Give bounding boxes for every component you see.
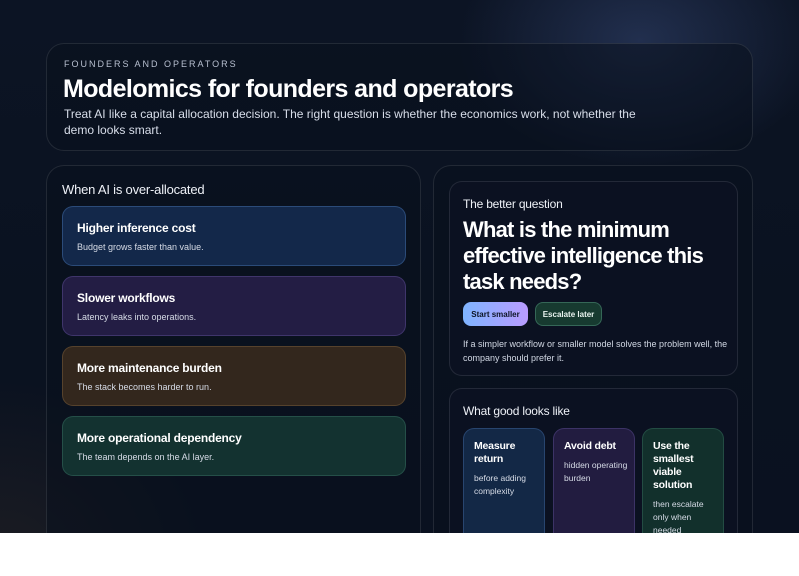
risk-item-title: Higher inference cost: [77, 221, 196, 235]
hero-card: FOUNDERS AND OPERATORS Modelomics for fo…: [46, 43, 753, 151]
good-looks-like-heading: What good looks like: [463, 404, 570, 418]
risk-item-operational-dependency: More operational dependency The team dep…: [62, 416, 406, 476]
escalate-later-button[interactable]: Escalate later: [535, 302, 602, 326]
blank-footer-area: [0, 533, 799, 576]
good-card-desc: hidden operating burden: [564, 460, 628, 483]
risk-item-maintenance-burden: More maintenance burden The stack become…: [62, 346, 406, 406]
good-card-avoid-debt: Avoid debt hidden operating burden: [553, 428, 635, 533]
good-card-measure-return: Measure return before adding complexity: [463, 428, 545, 533]
good-card-title: Use the smallest viable solution: [653, 440, 694, 491]
risk-item-title: More operational dependency: [77, 431, 242, 445]
better-question-body: If a simpler workflow or smaller model s…: [463, 339, 728, 363]
hero-eyebrow: FOUNDERS AND OPERATORS: [64, 59, 238, 69]
good-card-title: Measure return: [474, 440, 516, 465]
risk-item-slower-workflows: Slower workflows Latency leaks into oper…: [62, 276, 406, 336]
risk-item-title: More maintenance burden: [77, 361, 222, 375]
risk-item-desc: The team depends on the AI layer.: [77, 452, 215, 462]
risk-item-desc: Budget grows faster than value.: [77, 242, 204, 252]
page-title: Modelomics for founders and operators: [63, 75, 514, 103]
good-card-desc: then escalate only when needed: [653, 499, 704, 533]
good-card-title: Avoid debt: [564, 440, 616, 452]
start-smaller-button[interactable]: Start smaller: [463, 302, 528, 326]
risk-item-title: Slower workflows: [77, 291, 176, 305]
over-allocated-heading: When AI is over-allocated: [62, 182, 205, 197]
good-card-desc: before adding complexity: [474, 473, 526, 496]
better-question-eyebrow: The better question: [463, 197, 563, 211]
good-card-smallest-solution: Use the smallest viable solution then es…: [642, 428, 724, 533]
risk-item-desc: The stack becomes harder to run.: [77, 382, 212, 392]
good-looks-like-card: What good looks like Measure return befo…: [449, 388, 738, 533]
risk-item-inference-cost: Higher inference cost Budget grows faste…: [62, 206, 406, 266]
better-question-card: The better question What is the minimum …: [449, 181, 738, 376]
hero-subtitle: Treat AI like a capital allocation decis…: [64, 107, 636, 137]
better-question-title: What is the minimum effective intelligen…: [463, 217, 704, 294]
over-allocated-panel: When AI is over-allocated Higher inferen…: [46, 165, 421, 533]
page-background: FOUNDERS AND OPERATORS Modelomics for fo…: [0, 0, 799, 533]
risk-item-desc: Latency leaks into operations.: [77, 312, 197, 322]
